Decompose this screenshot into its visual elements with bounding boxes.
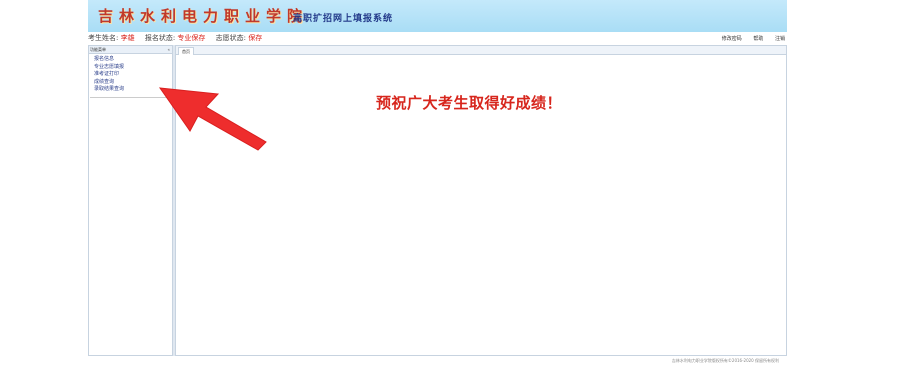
logout-link[interactable]: 注销 bbox=[775, 36, 785, 42]
app-frame: 吉林水利电力职业学院 高职扩招网上填报系统 考生姓名: 李雄 报名状态: 专业保… bbox=[88, 0, 787, 357]
sidebar-title: 功能菜单 bbox=[90, 47, 106, 52]
collapse-icon[interactable]: « bbox=[168, 46, 170, 53]
wish-status-label: 志愿状态: bbox=[215, 34, 247, 42]
school-name: 吉林水利电力职业学院 bbox=[98, 7, 309, 25]
change-password-link[interactable]: 修改密码 bbox=[722, 36, 742, 42]
welcome-message: 预祝广大考生取得好成绩！ bbox=[376, 94, 563, 112]
help-link[interactable]: 帮助 bbox=[753, 36, 763, 42]
tab-home[interactable]: 首页 bbox=[178, 47, 194, 55]
status-label: 报名状态: bbox=[144, 34, 176, 42]
sidebar-item-admission-ticket[interactable]: 准考证打印 bbox=[90, 71, 171, 79]
header-banner: 吉林水利电力职业学院 高职扩招网上填报系统 bbox=[88, 0, 787, 32]
status-value: 专业保存 bbox=[177, 34, 206, 42]
user-links: 修改密码 帮助 注销 bbox=[712, 35, 785, 42]
red-arrow-icon bbox=[158, 87, 267, 151]
sidebar-item-major-choice[interactable]: 专业志愿填报 bbox=[90, 64, 171, 72]
name-label: 考生姓名: bbox=[88, 34, 119, 42]
sidebar-item-registration[interactable]: 报名信息 bbox=[90, 56, 171, 64]
tab-bar: 首页 bbox=[176, 46, 786, 55]
sidebar-header: 功能菜单 « bbox=[89, 46, 172, 54]
footer-copyright: 吉林水利电力职业学院版权所有©2016-2020 保留所有权利 bbox=[671, 358, 779, 363]
name-value: 李雄 bbox=[120, 34, 135, 42]
system-name: 高职扩招网上填报系统 bbox=[293, 14, 394, 24]
user-info-bar: 考生姓名: 李雄 报名状态: 专业保存 志愿状态: 保存 修改密码 帮助 注销 bbox=[88, 33, 787, 45]
wish-status-value: 保存 bbox=[248, 34, 263, 42]
